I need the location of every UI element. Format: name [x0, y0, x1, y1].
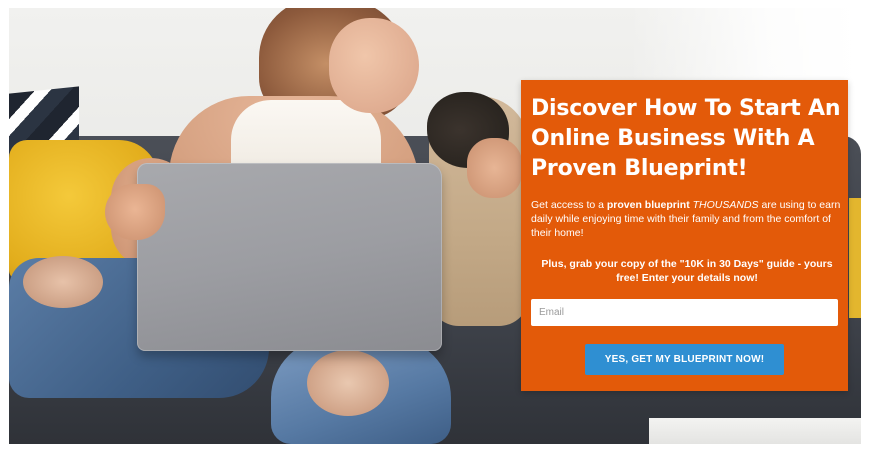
- optin-offer: Plus, grab your copy of the "10K in 30 D…: [541, 258, 833, 284]
- hand-on-laptop: [105, 184, 165, 240]
- desc-italic: THOUSANDS: [692, 199, 759, 211]
- sofa-arm: [849, 198, 861, 318]
- optin-headline: Discover How To Start An Online Business…: [531, 96, 841, 181]
- desc-text-1: Get access to a: [531, 199, 607, 211]
- optin-description: Get access to a proven blueprint THOUSAN…: [531, 198, 843, 240]
- hero-section: Discover How To Start An Online Business…: [9, 8, 861, 444]
- laptop: [137, 163, 442, 351]
- email-field[interactable]: [531, 299, 838, 326]
- ripped-knee-left: [23, 256, 103, 308]
- desc-bold: proven blueprint: [606, 199, 690, 211]
- paper-on-floor: [649, 418, 861, 444]
- woman-face: [329, 18, 419, 113]
- ripped-knee-right: [307, 350, 389, 416]
- get-blueprint-button[interactable]: YES, GET MY BLUEPRINT NOW!: [585, 344, 784, 375]
- hand-petting-dog: [467, 138, 522, 198]
- optin-panel: Discover How To Start An Online Business…: [521, 80, 848, 391]
